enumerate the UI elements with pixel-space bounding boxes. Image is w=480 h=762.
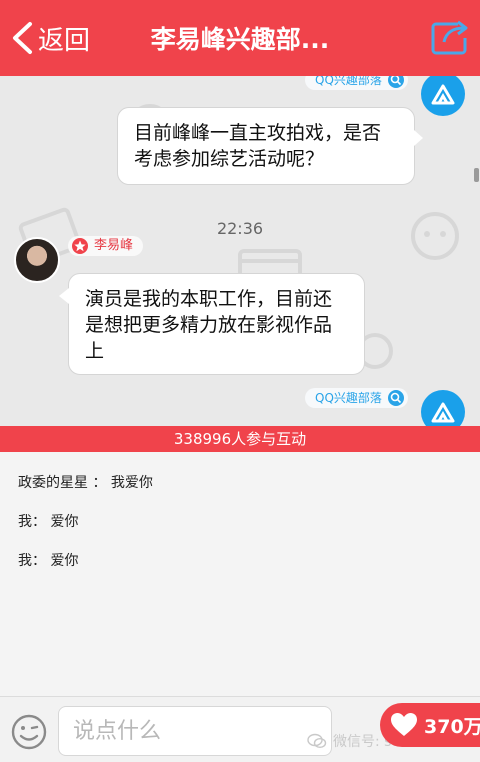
bottom-bar: 微信号: sdu51520 370万 xyxy=(0,696,480,762)
scrollbar-thumb[interactable] xyxy=(474,168,479,182)
chat-area[interactable]: QQ兴趣部落 目前峰峰一直主攻拍戏，是否考虑参加综艺活动呢？ 22:36 李易峰… xyxy=(0,76,480,426)
back-label: 返回 xyxy=(38,25,91,56)
source-tag: QQ兴趣部落 xyxy=(305,388,408,408)
comment-input[interactable] xyxy=(58,706,332,756)
decor-icon xyxy=(411,212,459,260)
qq-tribe-avatar[interactable] xyxy=(421,390,465,426)
comment-author: 政委的星星 xyxy=(18,475,88,491)
wechat-icon xyxy=(307,733,327,749)
author-name: 李易峰 xyxy=(94,238,134,253)
back-icon xyxy=(13,22,32,54)
like-button[interactable]: 370万 xyxy=(380,703,480,747)
qq-tribe-icon xyxy=(431,402,455,423)
comment-author: 我 xyxy=(18,553,32,569)
comment-text: 爱你 xyxy=(46,514,79,530)
question-text: 目前峰峰一直主攻拍戏，是否考虑参加综艺活动呢？ xyxy=(134,122,382,170)
like-count: 370万 xyxy=(424,715,480,738)
answer-bubble[interactable]: 演员是我的本职工作，目前还是想把更多精力放在影视作品上 xyxy=(59,273,365,375)
top-bar: 返回 李易峰兴趣部... xyxy=(0,0,480,76)
heart-icon xyxy=(391,713,417,736)
comment-list[interactable]: 政委的星星 ： 我爱你 我： 爱你 我： 爱你 xyxy=(0,452,480,696)
author-badge: 李易峰 xyxy=(68,236,144,256)
search-icon xyxy=(387,76,404,88)
answer-text: 演员是我的本职工作，目前还是想把更多精力放在影视作品上 xyxy=(85,288,333,362)
list-item: 我： 爱你 xyxy=(18,550,78,570)
comment-text: 爱你 xyxy=(46,553,79,569)
avatar[interactable] xyxy=(14,237,60,283)
message-time: 22:36 xyxy=(216,219,264,238)
qq-tribe-icon xyxy=(431,84,455,105)
qq-tribe-avatar[interactable] xyxy=(421,76,465,116)
source-tag-label: QQ兴趣部落 xyxy=(315,391,382,405)
list-item: 政委的星星 ： 我爱你 xyxy=(18,472,153,492)
search-icon xyxy=(387,390,404,406)
page-title: 李易峰兴趣部... xyxy=(150,25,330,54)
comment-separator: ： xyxy=(88,475,107,491)
emoji-icon[interactable] xyxy=(10,713,48,751)
comment-separator: ： xyxy=(32,553,46,569)
back-button[interactable]: 返回 xyxy=(10,18,90,58)
source-tag-label: QQ兴趣部落 xyxy=(315,76,382,87)
star-icon xyxy=(72,238,88,254)
share-icon[interactable] xyxy=(430,18,470,56)
comment-separator: ： xyxy=(32,514,46,530)
source-tag: QQ兴趣部落 xyxy=(305,76,408,90)
comment-author: 我 xyxy=(18,514,32,530)
list-item: 我： 爱你 xyxy=(18,511,78,531)
question-bubble[interactable]: 目前峰峰一直主攻拍戏，是否考虑参加综艺活动呢？ xyxy=(117,107,423,185)
comment-text: 我爱你 xyxy=(106,475,153,491)
participation-banner: 338996人参与互动 xyxy=(0,426,480,452)
